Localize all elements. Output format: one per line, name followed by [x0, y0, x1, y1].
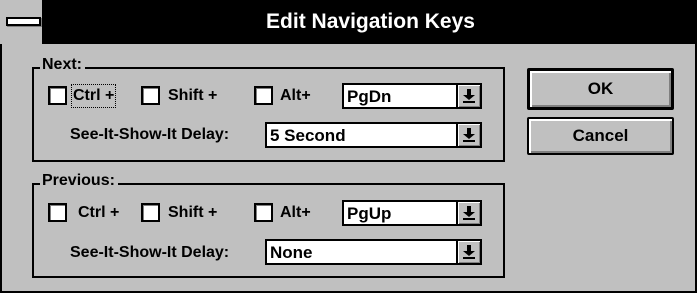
dialog-window: Edit Navigation Keys Next: Ctrl + Shift …: [0, 0, 697, 293]
previous-delay-dropdown[interactable]: None: [265, 239, 482, 265]
next-ctrl-checkbox[interactable]: [48, 86, 67, 105]
next-group-label: Next:: [40, 56, 86, 74]
next-ctrl-label[interactable]: Ctrl +: [70, 84, 117, 108]
next-shift-checkbox[interactable]: [141, 86, 160, 105]
title-bar[interactable]: Edit Navigation Keys: [0, 0, 697, 44]
previous-ctrl-checkbox[interactable]: [48, 203, 67, 222]
next-group: Next: Ctrl + Shift + Alt+ PgDn See-It-Sh…: [32, 56, 505, 162]
system-menu-button[interactable]: [0, 0, 44, 44]
next-alt-checkbox[interactable]: [254, 86, 273, 105]
dropdown-arrow-icon: [463, 206, 475, 220]
next-shift-label[interactable]: Shift +: [168, 86, 217, 106]
dropdown-arrow-icon: [463, 245, 475, 259]
cancel-button[interactable]: Cancel: [527, 117, 674, 155]
next-key-value: PgDn: [347, 87, 392, 106]
previous-alt-label[interactable]: Alt+: [280, 203, 311, 223]
previous-ctrl-label[interactable]: Ctrl +: [78, 203, 119, 223]
previous-group-label: Previous:: [40, 172, 118, 190]
next-delay-dropdown[interactable]: 5 Second: [265, 122, 482, 148]
dropdown-arrow-icon: [463, 89, 475, 103]
cancel-button-label: Cancel: [572, 126, 629, 145]
next-key-dropdown-button[interactable]: [456, 85, 480, 107]
previous-shift-checkbox[interactable]: [141, 203, 160, 222]
previous-delay-value: None: [270, 243, 313, 262]
next-key-dropdown[interactable]: PgDn: [342, 83, 482, 109]
previous-key-dropdown-button[interactable]: [456, 202, 480, 224]
system-menu-icon: [6, 17, 41, 26]
next-delay-dropdown-button[interactable]: [456, 124, 480, 146]
ok-button-label: OK: [587, 79, 614, 98]
dropdown-arrow-icon: [463, 128, 475, 142]
next-delay-value: 5 Second: [270, 126, 346, 145]
next-delay-label: See-It-Show-It Delay:: [70, 126, 230, 143]
previous-shift-label[interactable]: Shift +: [168, 203, 217, 223]
window-title: Edit Navigation Keys: [266, 10, 475, 33]
next-alt-label[interactable]: Alt+: [280, 86, 311, 106]
previous-delay-dropdown-button[interactable]: [456, 241, 480, 263]
previous-delay-label: See-It-Show-It Delay:: [70, 244, 230, 261]
previous-key-dropdown[interactable]: PgUp: [342, 200, 482, 226]
previous-alt-checkbox[interactable]: [254, 203, 273, 222]
previous-key-value: PgUp: [347, 204, 392, 223]
previous-group: Previous: Ctrl + Shift + Alt+ PgUp See-I…: [32, 172, 505, 278]
ok-button[interactable]: OK: [527, 68, 674, 110]
